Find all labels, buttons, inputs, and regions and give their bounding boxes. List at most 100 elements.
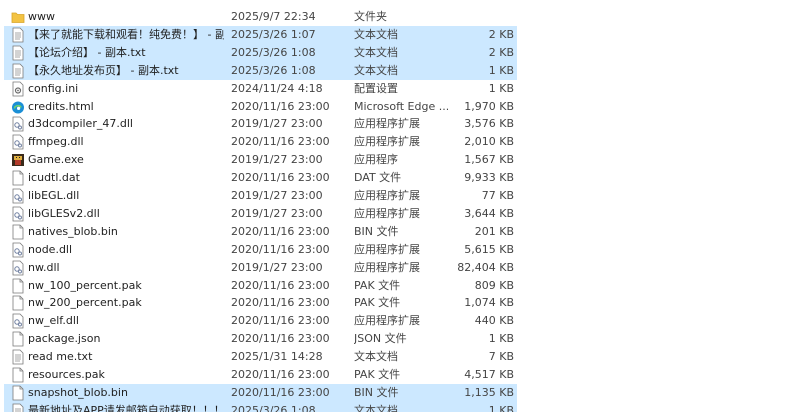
file-size [448, 8, 514, 26]
file-type: 应用程序扩展 [354, 260, 420, 274]
file-row-4[interactable]: config.ini 2024/11/24 4:18 配置设置 1 KB [4, 80, 517, 98]
settings-file-icon [11, 81, 25, 97]
file-row-3[interactable]: 【永久地址发布页】 - 副本.txt 2025/3/26 1:08 文本文档 1… [4, 61, 517, 80]
file-type: DAT 文件 [354, 171, 402, 185]
dll-file-icon [11, 313, 25, 329]
file-date: 2020/11/16 23:00 [231, 171, 330, 185]
dll-file-icon [11, 260, 25, 276]
file-name: natives_blob.bin [28, 224, 118, 238]
edge-icon [11, 99, 25, 115]
file-type: 文本文档 [354, 403, 398, 412]
file-name: libEGL.dll [28, 189, 80, 202]
file-row-15[interactable]: nw_100_percent.pak 2020/11/16 23:00 PAK … [4, 277, 517, 295]
file-type: 文本文档 [354, 45, 398, 59]
file-type: PAK 文件 [354, 368, 401, 381]
file-name: node.dll [28, 242, 73, 256]
file-date: 2025/3/26 1:08 [231, 45, 316, 59]
file-row-18[interactable]: package.json 2020/11/16 23:00 JSON 文件 1 … [4, 330, 517, 348]
file-date: 2025/3/26 1:07 [231, 27, 316, 41]
file-row-13[interactable]: node.dll 2020/11/16 23:00 应用程序扩展 5,615 K… [4, 241, 517, 259]
file-name: resources.pak [28, 368, 105, 381]
file-date: 2020/11/16 23:00 [231, 368, 330, 381]
text-file-icon [11, 403, 25, 412]
file-row-0[interactable]: www 2025/9/7 22:34 文件夹 [4, 8, 517, 26]
file-date: 2020/11/16 23:00 [231, 314, 330, 328]
text-file-icon [11, 27, 25, 43]
dll-file-icon [11, 116, 25, 132]
file-row-10[interactable]: libEGL.dll 2019/1/27 23:00 应用程序扩展 77 KB [4, 187, 517, 205]
file-type: JSON 文件 [354, 332, 407, 346]
file-name: nw_100_percent.pak [28, 278, 142, 292]
file-row-21[interactable]: snapshot_blob.bin 2020/11/16 23:00 BIN 文… [4, 383, 517, 402]
file-name: config.ini [28, 81, 79, 95]
file-list: www 2025/9/7 22:34 文件夹 【来了就能下载和观看！纯免费！】 … [0, 0, 800, 412]
file-name: icudtl.dat [28, 171, 80, 185]
file-name: nw.dll [28, 260, 60, 274]
file-row-22[interactable]: 最新地址及APP请发邮箱自动获取！！！ 2025/3/26 1:08 文本文档 … [4, 401, 517, 412]
file-type: 应用程序扩展 [354, 314, 420, 328]
file-size: 809 KB [474, 278, 514, 292]
file-date: 2025/1/31 14:28 [231, 350, 323, 364]
file-type: 文本文档 [354, 63, 398, 77]
file-date: 2020/11/16 23:00 [231, 135, 330, 149]
file-row-9[interactable]: icudtl.dat 2020/11/16 23:00 DAT 文件 9,933… [4, 169, 517, 187]
file-type: 文本文档 [354, 27, 398, 41]
file-type: 应用程序 [354, 153, 398, 167]
file-row-5[interactable]: credits.html 2020/11/16 23:00 Microsoft … [4, 98, 517, 116]
file-size: 440 KB [474, 314, 514, 328]
game-exe-icon [11, 152, 25, 168]
file-name: nw_elf.dll [28, 314, 79, 328]
file-date: 2019/1/27 23:00 [231, 206, 323, 220]
file-size: 2,010 KB [464, 135, 514, 149]
blank-file-icon [11, 278, 25, 294]
dll-file-icon [11, 134, 25, 150]
dll-file-icon [11, 188, 25, 204]
file-type: BIN 文件 [354, 385, 399, 399]
file-row-16[interactable]: nw_200_percent.pak 2020/11/16 23:00 PAK … [4, 294, 517, 312]
file-date: 2020/11/16 23:00 [231, 296, 330, 310]
file-date: 2025/3/26 1:08 [231, 63, 316, 77]
file-row-1[interactable]: 【来了就能下载和观看！纯免费！】 - 副... 2025/3/26 1:07 文… [4, 25, 517, 44]
file-size: 2 KB [488, 45, 514, 59]
file-name: credits.html [28, 99, 94, 113]
file-size: 1 KB [488, 81, 514, 95]
file-date: 2020/11/16 23:00 [231, 242, 330, 256]
file-date: 2020/11/16 23:00 [231, 278, 330, 292]
file-date: 2020/11/16 23:00 [231, 385, 330, 399]
file-row-17[interactable]: nw_elf.dll 2020/11/16 23:00 应用程序扩展 440 K… [4, 312, 517, 330]
file-row-19[interactable]: read me.txt 2025/1/31 14:28 文本文档 7 KB [4, 348, 517, 366]
file-row-11[interactable]: libGLESv2.dll 2019/1/27 23:00 应用程序扩展 3,6… [4, 205, 517, 223]
file-name: package.json [28, 332, 101, 346]
file-type: 应用程序扩展 [354, 135, 420, 149]
file-size: 1 KB [488, 63, 514, 77]
file-row-8[interactable]: Game.exe 2019/1/27 23:00 应用程序 1,567 KB [4, 151, 517, 169]
file-size: 3,644 KB [464, 206, 514, 220]
blank-file-icon [11, 295, 25, 311]
file-row-7[interactable]: ffmpeg.dll 2020/11/16 23:00 应用程序扩展 2,010… [4, 133, 517, 151]
text-file-icon [11, 45, 25, 61]
file-name: libGLESv2.dll [28, 206, 100, 220]
file-name: snapshot_blob.bin [28, 385, 128, 399]
text-file-icon [11, 349, 25, 365]
file-size: 1 KB [488, 403, 514, 412]
file-row-20[interactable]: resources.pak 2020/11/16 23:00 PAK 文件 4,… [4, 366, 517, 384]
file-row-6[interactable]: d3dcompiler_47.dll 2019/1/27 23:00 应用程序扩… [4, 115, 517, 133]
file-type: Microsoft Edge ... [354, 99, 448, 113]
file-row-14[interactable]: nw.dll 2019/1/27 23:00 应用程序扩展 82,404 KB [4, 259, 517, 277]
blank-file-icon [11, 367, 25, 383]
file-row-12[interactable]: natives_blob.bin 2020/11/16 23:00 BIN 文件… [4, 223, 517, 241]
file-row-2[interactable]: 【论坛介绍】 - 副本.txt 2025/3/26 1:08 文本文档 2 KB [4, 43, 517, 62]
file-name: 【论坛介绍】 - 副本.txt [28, 45, 146, 59]
file-date: 2020/11/16 23:00 [231, 332, 330, 346]
file-type: 文本文档 [354, 350, 398, 364]
file-type: 应用程序扩展 [354, 189, 420, 202]
file-type: 应用程序扩展 [354, 117, 420, 131]
file-size: 1,970 KB [464, 99, 514, 113]
file-date: 2020/11/16 23:00 [231, 224, 330, 238]
file-size: 5,615 KB [464, 242, 514, 256]
file-date: 2019/1/27 23:00 [231, 117, 323, 131]
file-size: 77 KB [481, 189, 514, 202]
file-size: 1,135 KB [464, 385, 514, 399]
file-date: 2025/3/26 1:08 [231, 403, 316, 412]
file-date: 2025/9/7 22:34 [231, 10, 316, 23]
